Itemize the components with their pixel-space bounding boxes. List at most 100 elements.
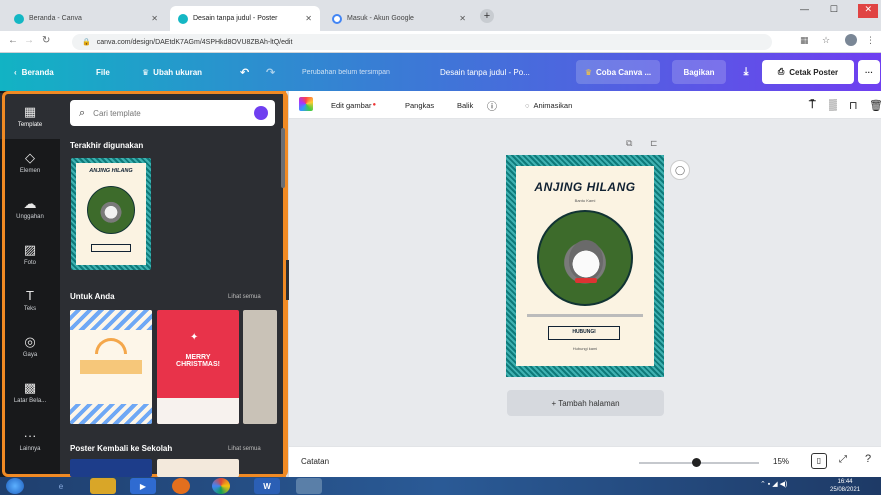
see-all-link[interactable]: Lihat semua	[228, 294, 261, 300]
comment-icon[interactable]: ◯	[670, 160, 690, 180]
lock-icon[interactable]: ⊓	[849, 91, 858, 119]
undo-icon[interactable]: ↶	[240, 53, 249, 91]
browser-tab-home[interactable]: Beranda - Canva ✕	[6, 6, 166, 31]
word-icon[interactable]: W	[254, 478, 280, 494]
help-icon[interactable]: ?	[865, 453, 871, 465]
add-page-button[interactable]: + Tambah halaman	[507, 390, 664, 416]
close-icon[interactable]: ✕	[305, 14, 312, 23]
editor-toolbar: Edit gambar ● Pangkas Balik ⓘ ◌ Animasik…	[289, 91, 881, 119]
rail-item-photos[interactable]: ▨ Foto	[0, 231, 60, 277]
resize-button[interactable]: ♛ Ubah ukuran	[142, 53, 202, 91]
rail-item-template[interactable]: ▦ Template	[0, 93, 60, 139]
poster-title[interactable]: ANJING HILANG	[516, 180, 654, 194]
page-view-icon[interactable]: ▯	[811, 453, 827, 469]
paint-format-icon[interactable]: ⍑	[809, 91, 816, 119]
animate-button[interactable]: ◌ Animasikan	[525, 91, 572, 119]
profile-avatar[interactable]	[845, 34, 857, 46]
back-home-button[interactable]: ‹ Beranda	[14, 53, 54, 91]
flip-button[interactable]: Balik	[457, 91, 473, 119]
redo-icon[interactable]: ↷	[266, 53, 275, 91]
recent-design-thumbnail[interactable]: ANJING HILANG	[71, 158, 151, 270]
rail-item-text[interactable]: T Teks	[0, 277, 60, 323]
design-title[interactable]: Desain tanpa judul - Po...	[440, 53, 530, 91]
template-card-christmas[interactable]: ✦ MERRY CHRISTMAS!	[157, 310, 239, 424]
crown-icon: ♛	[142, 67, 150, 77]
star-icon: ✦	[190, 332, 199, 343]
close-icon[interactable]: ✕	[151, 14, 158, 23]
reload-icon[interactable]: ↻	[42, 35, 50, 46]
text-icon: T	[26, 287, 34, 303]
zoom-level[interactable]: 15%	[773, 457, 789, 466]
fullscreen-icon[interactable]: ⤢	[839, 454, 847, 465]
minimize-icon[interactable]: —	[800, 4, 809, 18]
thumb-button-shape	[91, 244, 131, 252]
extensions-icon[interactable]: ▦	[800, 35, 809, 46]
template-card-school[interactable]	[70, 310, 152, 424]
firefox-icon[interactable]	[172, 478, 190, 494]
browser-tab-design[interactable]: Desain tanpa judul - Poster ✕	[170, 6, 320, 31]
zoom-slider-thumb[interactable]	[692, 458, 701, 467]
print-poster-button[interactable]: ⎙ Cetak Poster	[762, 60, 854, 84]
new-tab-plus-icon[interactable]: +	[480, 9, 494, 23]
forward-arrow-icon[interactable]: →	[24, 35, 34, 46]
canva-favicon-icon	[14, 13, 24, 24]
duplicate-page-icon[interactable]: ⧉	[626, 138, 632, 149]
see-all-link[interactable]: Lihat semua	[228, 446, 261, 452]
close-icon[interactable]: ✕	[459, 14, 466, 23]
bookmark-star-icon[interactable]: ☆	[822, 35, 830, 46]
notes-button[interactable]: Catatan	[301, 457, 329, 466]
maximize-icon[interactable]: ☐	[830, 4, 838, 18]
poster-button-text[interactable]: HUBUNGI	[548, 326, 620, 340]
google-favicon-icon	[332, 13, 342, 24]
ie-browser-icon[interactable]: e	[48, 478, 74, 494]
editor-bottom-bar: Catatan 15% ▯ ⤢ ?	[289, 446, 881, 477]
file-explorer-icon[interactable]	[90, 478, 116, 494]
url-input[interactable]: 🔒 canva.com/design/DAEtdK7AGm/4SPHkd8OVU…	[72, 34, 772, 50]
rail-item-background[interactable]: ▩ Latar Bela...	[0, 369, 60, 415]
rail-item-uploads[interactable]: ☁ Unggahan	[0, 185, 60, 231]
download-icon[interactable]: ⤓	[734, 60, 758, 84]
template-search-box[interactable]: ⌕	[70, 100, 275, 126]
crop-button[interactable]: Pangkas	[405, 91, 434, 119]
panel-scrollbar[interactable]	[281, 128, 285, 188]
animate-icon: ◌	[525, 100, 530, 110]
poster-footer-text[interactable]: Hubungi kami	[531, 346, 639, 352]
rail-item-label: Teks	[23, 305, 37, 312]
url-text: canva.com/design/DAEtdK7AGm/4SPHkd8OVU8Z…	[96, 38, 293, 46]
poster-subtitle[interactable]: Bantu Kami	[516, 198, 654, 203]
paint-icon[interactable]	[296, 478, 322, 494]
trash-icon[interactable]: 🗑	[869, 91, 881, 119]
tray-icons[interactable]: ⌃ ▪ ◢ ◀)	[760, 480, 787, 488]
template-card-partial[interactable]	[243, 310, 277, 424]
browser-menu-icon[interactable]: ⋮	[866, 35, 875, 46]
window-close-icon[interactable]: ✕	[858, 4, 878, 18]
filter-icon[interactable]	[254, 106, 268, 120]
color-picker-icon[interactable]	[299, 97, 313, 111]
browser-tab-google[interactable]: Masuk - Akun Google ✕	[324, 6, 474, 31]
dog-face	[569, 240, 603, 280]
rail-item-styles[interactable]: ◎ Gaya	[0, 323, 60, 369]
system-clock[interactable]: 16:44 25/08/2021	[830, 478, 860, 494]
canva-header: ‹ Beranda File ♛ Ubah ukuran ↶ ↷ Perubah…	[0, 53, 881, 91]
chrome-icon[interactable]	[212, 478, 230, 494]
back-arrow-icon[interactable]: ←	[8, 35, 18, 46]
transparency-icon[interactable]: ▒	[829, 91, 837, 119]
try-canva-pro-button[interactable]: ♛ Coba Canva ...	[576, 60, 660, 84]
more-options-button[interactable]: ···	[858, 60, 880, 84]
add-page-icon[interactable]: ⊏	[650, 138, 658, 149]
rail-item-elements[interactable]: ◇ Elemen	[0, 139, 60, 185]
more-dots-icon: ···	[23, 427, 37, 443]
dog-photo[interactable]	[537, 210, 633, 306]
template-card-school-poster[interactable]	[70, 459, 152, 477]
rail-item-label: Foto	[23, 259, 36, 266]
info-icon[interactable]: ⓘ	[487, 91, 497, 119]
rail-item-more[interactable]: ··· Lainnya	[0, 417, 60, 463]
file-menu-button[interactable]: File	[96, 53, 110, 91]
rail-item-label: Latar Bela...	[13, 397, 47, 404]
template-search-input[interactable]	[93, 108, 234, 118]
media-player-icon[interactable]: ▶	[130, 478, 156, 494]
edit-image-button[interactable]: Edit gambar ●	[331, 91, 376, 119]
share-button[interactable]: Bagikan	[672, 60, 726, 84]
windows-start-icon[interactable]	[6, 478, 24, 494]
template-card-school-poster-2[interactable]	[157, 459, 239, 477]
